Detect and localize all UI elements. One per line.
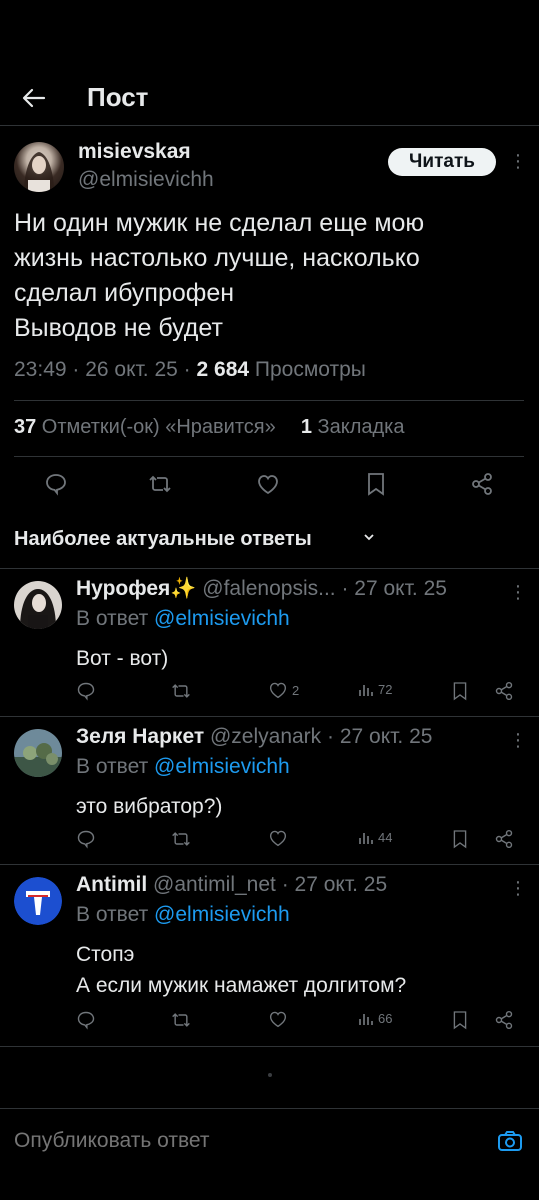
- reply-icon[interactable]: [76, 829, 96, 849]
- back-arrow-icon[interactable]: [18, 82, 50, 114]
- page-title: Пост: [87, 82, 149, 112]
- views-icon: [359, 685, 373, 696]
- likes-label: Отметки(-ок) «Нравится»: [36, 416, 276, 438]
- reply-date: · 27 окт. 25: [281, 873, 388, 896]
- reply-item[interactable]: Зеля Наркет @zelyanark · 27 окт. 25 ⋮ В …: [0, 717, 539, 865]
- reply-to-prefix: В ответ: [76, 755, 155, 778]
- like-icon[interactable]: [268, 1010, 288, 1028]
- bookmark-icon[interactable]: [452, 829, 468, 849]
- views-button[interactable]: 72: [358, 681, 392, 697]
- post-stats[interactable]: 37 Отметки(-ок) «Нравится» 1 Закладка: [14, 416, 405, 439]
- reply-to-prefix: В ответ: [76, 607, 155, 630]
- reply-author-name[interactable]: Зеля Наркет: [76, 725, 204, 748]
- views-icon: [359, 1014, 373, 1025]
- reply-item[interactable]: Antimil @antimil_net · 27 окт. 25 ⋮ В от…: [0, 865, 539, 1047]
- likes-count: 37: [14, 416, 37, 438]
- repost-icon[interactable]: [146, 470, 174, 498]
- reply-date: · 27 окт. 25: [341, 577, 447, 600]
- reply-icon[interactable]: [42, 470, 70, 498]
- views-count: 44: [378, 829, 393, 845]
- reply-author-handle[interactable]: @zelyanark: [204, 725, 327, 748]
- sparkles-icon: ✨: [170, 577, 197, 600]
- reply-to-link[interactable]: @elmisievichh: [154, 607, 290, 630]
- avatar[interactable]: [14, 729, 62, 777]
- top-bar: Пост: [0, 70, 539, 126]
- chevron-down-icon[interactable]: [362, 530, 376, 544]
- share-icon[interactable]: [494, 829, 514, 849]
- reply-author-name[interactable]: Antimil: [76, 873, 147, 896]
- share-icon[interactable]: [468, 470, 496, 498]
- reply-actions: 2 72: [76, 681, 526, 705]
- reply-author-handle[interactable]: @falenopsis...: [196, 577, 341, 600]
- divider: [14, 400, 524, 401]
- more-options-icon[interactable]: ⋮: [509, 731, 527, 749]
- like-icon: [269, 682, 287, 699]
- views-button[interactable]: 66: [358, 1010, 392, 1026]
- reply-actions: 66: [76, 1010, 526, 1034]
- views-icon: [359, 833, 373, 844]
- share-icon[interactable]: [494, 681, 514, 701]
- repost-icon[interactable]: [170, 1010, 192, 1030]
- views-count: 66: [378, 1010, 393, 1026]
- reply-author-handle[interactable]: @antimil_net: [147, 873, 282, 896]
- like-icon[interactable]: [254, 470, 282, 498]
- bookmarks-count: 1: [300, 416, 312, 438]
- share-icon[interactable]: [494, 1010, 514, 1030]
- camera-icon[interactable]: [497, 1129, 523, 1153]
- like-button[interactable]: 2: [268, 681, 299, 699]
- post-text: Ни один мужик не сделал еще мою жизнь на…: [14, 209, 425, 342]
- views-count: 72: [378, 681, 393, 697]
- views-count: 2 684: [196, 358, 250, 381]
- reply-item[interactable]: Нурофея✨ @falenopsis... · 27 окт. 25 ⋮ В…: [0, 569, 539, 717]
- views-button[interactable]: 44: [358, 829, 392, 845]
- divider: [14, 456, 524, 457]
- reply-to-link[interactable]: @elmisievichh: [154, 903, 290, 926]
- sort-replies-title[interactable]: Наиболее актуальные ответы: [14, 528, 312, 551]
- reply-to-line: В ответ @elmisievichh: [76, 903, 290, 927]
- repost-icon[interactable]: [170, 829, 192, 849]
- reply-date: · 27 окт. 25: [327, 725, 433, 748]
- repost-icon[interactable]: [170, 681, 192, 701]
- reply-header: Antimil @antimil_net · 27 окт. 25: [76, 873, 387, 897]
- like-icon[interactable]: [268, 829, 288, 847]
- reply-text: Стопэ А если мужик намажет долгитом?: [76, 943, 407, 997]
- reply-icon[interactable]: [76, 681, 96, 701]
- bookmark-icon[interactable]: [452, 681, 468, 701]
- bookmark-icon[interactable]: [452, 1010, 468, 1030]
- more-options-icon[interactable]: ⋮: [509, 152, 527, 170]
- reply-header: Нурофея✨ @falenopsis... · 27 окт. 25: [76, 577, 447, 601]
- reply-to-link[interactable]: @elmisievichh: [154, 755, 290, 778]
- avatar[interactable]: [14, 142, 64, 192]
- reply-header: Зеля Наркет @zelyanark · 27 окт. 25: [76, 725, 432, 749]
- follow-button[interactable]: Читать: [388, 148, 496, 176]
- bookmark-icon[interactable]: [362, 470, 390, 498]
- avatar[interactable]: [14, 877, 62, 925]
- avatar[interactable]: [14, 581, 62, 629]
- reply-author-name[interactable]: Нурофея: [76, 577, 170, 600]
- reply-icon[interactable]: [76, 1010, 96, 1030]
- post-meta: 23:49 · 26 окт. 25 · 2 684 Просмотры: [14, 358, 366, 382]
- bookmarks-label: Закладка: [311, 416, 405, 438]
- views-label: Просмотры: [249, 358, 366, 381]
- reply-input[interactable]: [14, 1129, 474, 1153]
- reply-to-prefix: В ответ: [76, 903, 155, 926]
- reply-actions: 44: [76, 829, 526, 853]
- reply-to-line: В ответ @elmisievichh: [76, 755, 290, 779]
- reply-composer: [0, 1108, 539, 1174]
- reply-text: это вибратор?): [76, 795, 223, 818]
- reply-to-line: В ответ @elmisievichh: [76, 607, 290, 631]
- author-name[interactable]: misievskaя: [78, 140, 191, 164]
- more-options-icon[interactable]: ⋮: [509, 879, 527, 897]
- more-options-icon[interactable]: ⋮: [509, 583, 527, 601]
- like-count: 2: [292, 682, 300, 698]
- author-handle[interactable]: @elmisievichh: [78, 168, 214, 192]
- post-timestamp: 23:49 · 26 окт. 25 ·: [14, 358, 197, 381]
- reply-text: Вот - вот): [76, 647, 169, 670]
- loading-indicator: [268, 1073, 272, 1077]
